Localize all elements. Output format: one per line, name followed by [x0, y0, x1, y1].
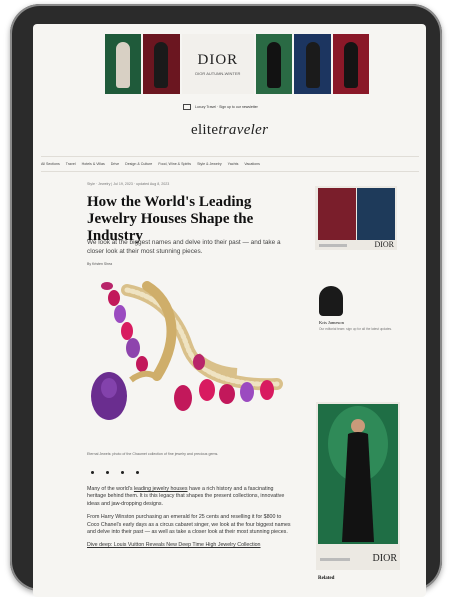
nav-item-yachts[interactable]: Yachts: [228, 162, 239, 166]
sidebar-ad-photo: [357, 188, 395, 240]
sidebar-ad-photo: [318, 188, 356, 240]
author-name[interactable]: Kris Jameson: [319, 320, 399, 325]
author-note: Our editorial team: sign up for all the …: [319, 327, 392, 331]
nav-item-style[interactable]: Style & Jewelry: [197, 162, 222, 166]
top-banner-ad[interactable]: DIOR DIOR AUTUMN-WINTER: [105, 34, 369, 94]
main-nav: All Sections Travel Hotels & Villas Driv…: [41, 156, 419, 172]
nav-item-travel[interactable]: Travel: [66, 162, 76, 166]
logo-script: traveler: [218, 122, 269, 138]
ad-photo-4: [294, 34, 331, 94]
nav-item-food[interactable]: Food, Wine & Spirits: [158, 162, 191, 166]
nav-item-design[interactable]: Design & Culture: [125, 162, 152, 166]
author-card[interactable]: Kris Jameson Our editorial team: sign up…: [319, 286, 399, 331]
ad-label-bar: [320, 558, 350, 561]
nav-item-all[interactable]: All Sections: [41, 162, 60, 166]
ad-photo-5: [332, 34, 369, 94]
paragraph-2: From Harry Winston purchasing an emerald…: [87, 514, 291, 536]
browser-screen: DIOR DIOR AUTUMN-WINTER Luxury Travel · …: [33, 24, 426, 597]
image-caption: Eternal Jewels: photo of the Chaumet col…: [87, 452, 219, 456]
gallery-dot[interactable]: [91, 471, 94, 474]
nav-item-drive[interactable]: Drive: [111, 162, 119, 166]
article-dek: We look at the biggest names and delve i…: [87, 239, 281, 255]
ad-brand-logo: DIOR: [197, 52, 239, 68]
ad-photo-3: [256, 34, 293, 94]
envelope-icon: [183, 104, 191, 110]
paragraph-3: Dive deep: Louis Vuitton Reveals New Dee…: [87, 542, 292, 549]
tablet-frame: DIOR DIOR AUTUMN-WINTER Luxury Travel · …: [10, 4, 442, 597]
sidebar-ad[interactable]: DIOR: [315, 186, 397, 250]
related-article-link[interactable]: Dive deep: Louis Vuitton Reveals New Dee…: [87, 542, 261, 548]
article-byline[interactable]: By Kristen Shea: [87, 262, 112, 266]
paragraph-1: Many of the world's leading jewelry hous…: [87, 486, 292, 508]
hero-jewelry-image: [91, 281, 283, 420]
site-logo[interactable]: elitetraveler: [191, 122, 268, 139]
nav-item-vacations[interactable]: Vacations: [244, 162, 260, 166]
article-body: Many of the world's leading jewelry hous…: [87, 486, 292, 556]
leading-houses-link[interactable]: leading jewelry houses: [134, 486, 188, 492]
ad-photo-2: [143, 34, 180, 94]
gallery-dot[interactable]: [106, 471, 109, 474]
ad-label-bar: [319, 244, 347, 247]
ad-photo-1: [105, 34, 142, 94]
gallery-dots: [91, 471, 139, 474]
newsletter-signup[interactable]: Luxury Travel · Sign up to our newslette…: [183, 104, 258, 110]
ad-tagline: DIOR AUTUMN-WINTER: [195, 71, 241, 76]
model-figure: [328, 406, 388, 542]
para1-start: Many of the world's: [87, 486, 134, 492]
tall-ad-photo: [318, 404, 398, 544]
signup-text: Luxury Travel · Sign up to our newslette…: [195, 105, 258, 109]
sidebar-tall-ad[interactable]: DIOR: [316, 402, 400, 570]
avatar: [319, 286, 343, 316]
logo-prefix: elite: [191, 122, 219, 138]
sidebar-ad-brand: DIOR: [374, 240, 394, 249]
ad-brand-panel: DIOR DIOR AUTUMN-WINTER: [181, 34, 255, 94]
breadcrumb[interactable]: Style · Jewelry | Jul 19, 2023 · updated…: [87, 182, 169, 186]
nav-item-hotels[interactable]: Hotels & Villas: [82, 162, 105, 166]
gallery-dot[interactable]: [136, 471, 139, 474]
tall-ad-brand: DIOR: [372, 553, 397, 564]
related-heading: Related: [318, 576, 335, 581]
gallery-dot[interactable]: [121, 471, 124, 474]
